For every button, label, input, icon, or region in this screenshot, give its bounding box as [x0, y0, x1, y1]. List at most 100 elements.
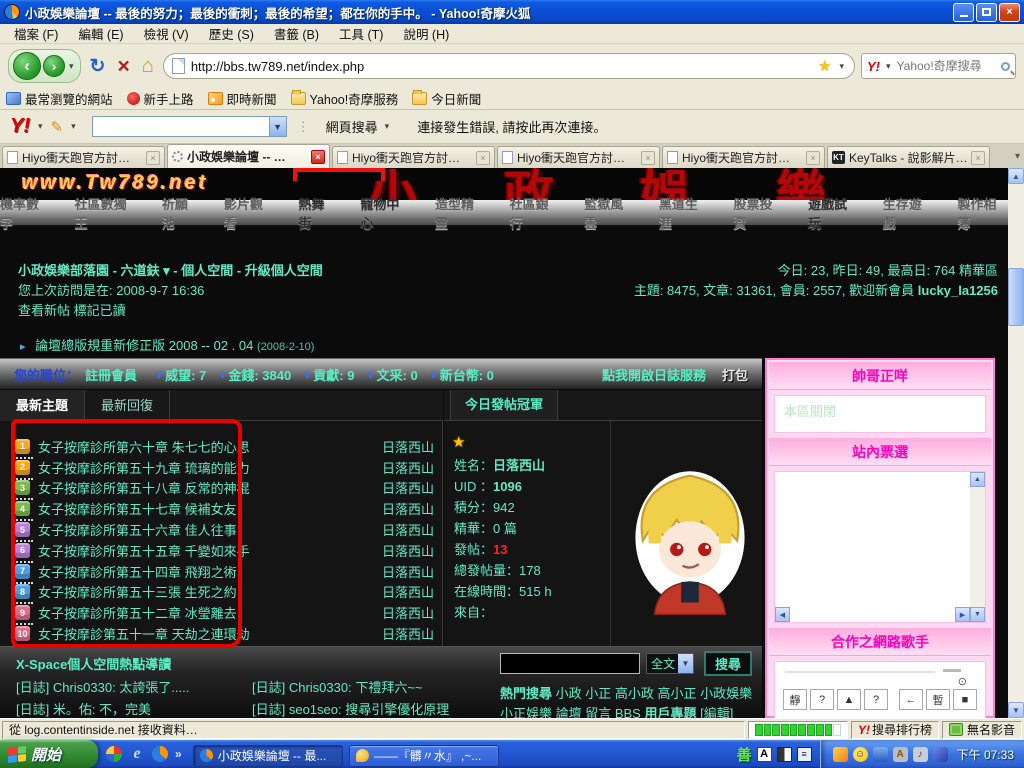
bookmark-yahoo-services[interactable]: Yahoo!奇摩服務 [291, 89, 399, 108]
bookmark-latest-news[interactable]: 即時新聞 [208, 89, 277, 108]
tab-close-icon[interactable]: × [476, 151, 490, 165]
yahoo-toolbar-search-input[interactable]: ▼ [92, 116, 287, 137]
nav-item[interactable]: 股票投資 [734, 194, 785, 232]
maximize-button[interactable] [976, 3, 997, 22]
forum-search-input[interactable] [500, 653, 640, 674]
journal-entry-link[interactable]: [日誌] 米。佑: 不，完美 [16, 699, 151, 718]
edit-link[interactable]: [編輯] [696, 706, 733, 718]
web-search-button[interactable]: 網頁搜尋 ▾ [320, 117, 398, 136]
thread-author-link[interactable]: 日落西山 [382, 562, 434, 581]
thread-author-link[interactable]: 日落西山 [382, 499, 434, 518]
home-button[interactable]: ⌂ [139, 56, 157, 76]
taskbar-button-messenger[interactable]: ——『髒〃水』 ,~... [349, 745, 499, 767]
journal-entry-link[interactable]: [日誌] seo1seo: 搜尋引擎優化原理 [252, 699, 449, 718]
search-engine-dropdown-icon[interactable]: ▾ [884, 61, 893, 72]
player-stop-button[interactable]: ■ [953, 689, 977, 710]
tray-alert-icon[interactable]: A [893, 747, 908, 762]
scroll-left-icon[interactable]: ◀ [775, 607, 790, 622]
pencil-dropdown-icon[interactable]: ▾ [69, 121, 78, 132]
thread-author-link[interactable]: 日落西山 [382, 541, 434, 560]
hot-keywords[interactable]: 小正娛樂 論壇 留言 BBS [500, 706, 644, 718]
scroll-down-icon[interactable]: ▼ [970, 607, 985, 622]
window-titlebar[interactable]: 小政娛樂論壇 -- 最後的努力；最後的衝刺；最後的希望；都在你的手中。 - Ya… [0, 0, 1024, 24]
tray-volume-icon[interactable]: ♪ [913, 747, 928, 762]
combo-dropdown-icon[interactable]: ▼ [269, 117, 286, 136]
player-button[interactable]: ▲ [837, 689, 861, 710]
page-scrollbar[interactable]: ▲ ▼ [1008, 168, 1024, 718]
taskbar-button-forum[interactable]: 小政娛樂論壇 -- 最... [193, 745, 343, 767]
thread-author-link[interactable]: 日落西山 [382, 458, 434, 477]
scrollbar-down-icon[interactable]: ▼ [1008, 702, 1024, 718]
player-progress-track[interactable] [785, 671, 935, 673]
reload-button[interactable]: ↻ [87, 57, 109, 76]
close-button[interactable]: × [999, 3, 1020, 22]
forward-button[interactable]: › [43, 55, 65, 77]
ime-mode-icon[interactable]: A [757, 747, 772, 762]
tab-hiyo-1[interactable]: Hiyo衝天跑官方討… × [2, 146, 165, 168]
url-dropdown-icon[interactable]: ▾ [837, 61, 846, 72]
thread-author-link[interactable]: 日落西山 [382, 582, 434, 601]
tab-today-champion[interactable]: 今日發帖冠軍 [450, 390, 558, 420]
ime-menu-icon[interactable]: ≡ [797, 747, 812, 762]
nav-item[interactable]: 社區數獨王 [75, 194, 138, 232]
bookmark-today-news[interactable]: 今日新聞 [412, 89, 481, 108]
bookmark-most-visited[interactable]: 最常瀏覽的網站 [6, 89, 113, 108]
quicklaunch-overflow-icon[interactable]: » [175, 747, 182, 761]
search-scope-select[interactable]: 全文 ▼ [646, 653, 694, 674]
search-rank-button[interactable]: Y! 搜尋排行榜 [851, 721, 939, 739]
nav-item[interactable]: 造型精靈 [435, 194, 486, 232]
scroll-right-icon[interactable]: ▶ [955, 607, 970, 622]
menu-help[interactable]: 說明 (H) [393, 22, 459, 45]
tab-latest-topics[interactable]: 最新主題 [0, 390, 85, 421]
new-member-link[interactable]: lucky_la1256 [918, 283, 998, 298]
tab-forum-active[interactable]: 小政娛樂論壇 -- … × [167, 144, 330, 168]
ime-indicator[interactable]: 善 [737, 744, 752, 765]
nav-item[interactable]: 寵物中心 [360, 194, 411, 232]
thread-author-link[interactable]: 日落西山 [382, 437, 434, 456]
announcement-row[interactable]: ▸ 論壇總版規重新修正版 2008 -- 02 . 04 (2008-2-10) [20, 335, 314, 354]
journal-entry-link[interactable]: [日誌] Chris0330: 下禮拜六~~ [252, 677, 423, 696]
tab-hiyo-4[interactable]: Hiyo衝天跑官方討… × [662, 146, 825, 168]
scrollbar-up-icon[interactable]: ▲ [1008, 168, 1024, 184]
quicklaunch-app-icon[interactable] [106, 746, 122, 762]
internet-explorer-icon[interactable]: e [129, 746, 145, 762]
tab-latest-replies[interactable]: 最新回復 [85, 390, 170, 421]
tab-close-icon[interactable]: × [971, 151, 985, 165]
back-button[interactable]: ‹ [13, 52, 41, 80]
nav-item[interactable]: 機率數字 [0, 194, 51, 232]
minimize-button[interactable] [953, 3, 974, 22]
bookmark-getting-started[interactable]: 新手上路 [127, 89, 194, 108]
nav-item[interactable]: 製作相簿 [957, 194, 1008, 232]
tab-hiyo-3[interactable]: Hiyo衝天跑官方討… × [497, 146, 660, 168]
thread-author-link[interactable]: 日落西山 [382, 478, 434, 497]
scrollbar-thumb[interactable] [1008, 268, 1024, 326]
pack-link[interactable]: 打包 [722, 365, 748, 384]
tab-hiyo-2[interactable]: Hiyo衝天跑官方討… × [332, 146, 495, 168]
yahoo-toolbar-logo[interactable]: Y! [10, 115, 30, 138]
journal-entry-link[interactable]: [日誌] Chris0330: 太誇張了..... [16, 677, 189, 696]
player-progress-thumb[interactable] [943, 669, 961, 672]
player-button[interactable]: ? [864, 689, 888, 710]
connection-error-text[interactable]: 連接發生錯誤, 請按此再次連接。 [417, 117, 606, 136]
tab-close-icon[interactable]: × [146, 151, 160, 165]
menu-tools[interactable]: 工具 (T) [329, 22, 393, 45]
pencil-icon[interactable]: ✎ [51, 118, 64, 136]
stop-button[interactable]: × [114, 56, 132, 77]
yahoo-logo-icon[interactable]: Y! [867, 59, 880, 74]
tray-mail-icon[interactable] [833, 747, 848, 762]
breadcrumb[interactable]: 小政娛樂部落園 - 六道鈇 ▾ - 個人空間 - 升級個人空間 [18, 260, 323, 279]
toolbar-splitter[interactable]: ⋮ [293, 119, 314, 135]
yahoo-logo-dropdown-icon[interactable]: ▾ [36, 121, 45, 132]
url-bar[interactable]: http://bbs.tw789.net/index.php ★ ▾ [163, 53, 855, 79]
tray-window-icon[interactable] [933, 747, 948, 762]
tab-keytalks[interactable]: KT KeyTalks - 說影解片… × [827, 146, 990, 168]
firefox-quicklaunch-icon[interactable] [152, 746, 168, 762]
field-value[interactable]: 日落西山 [493, 458, 545, 473]
thread-author-link[interactable]: 日落西山 [382, 624, 434, 643]
ime-toolbar-icon[interactable] [777, 747, 792, 762]
player-button[interactable]: ? [810, 689, 834, 710]
nav-item[interactable]: 熱舞街 [298, 194, 336, 232]
menu-edit[interactable]: 編輯 (E) [68, 22, 133, 45]
menu-file[interactable]: 檔案 (F) [4, 22, 68, 45]
menu-bookmarks[interactable]: 書籤 (B) [264, 22, 329, 45]
